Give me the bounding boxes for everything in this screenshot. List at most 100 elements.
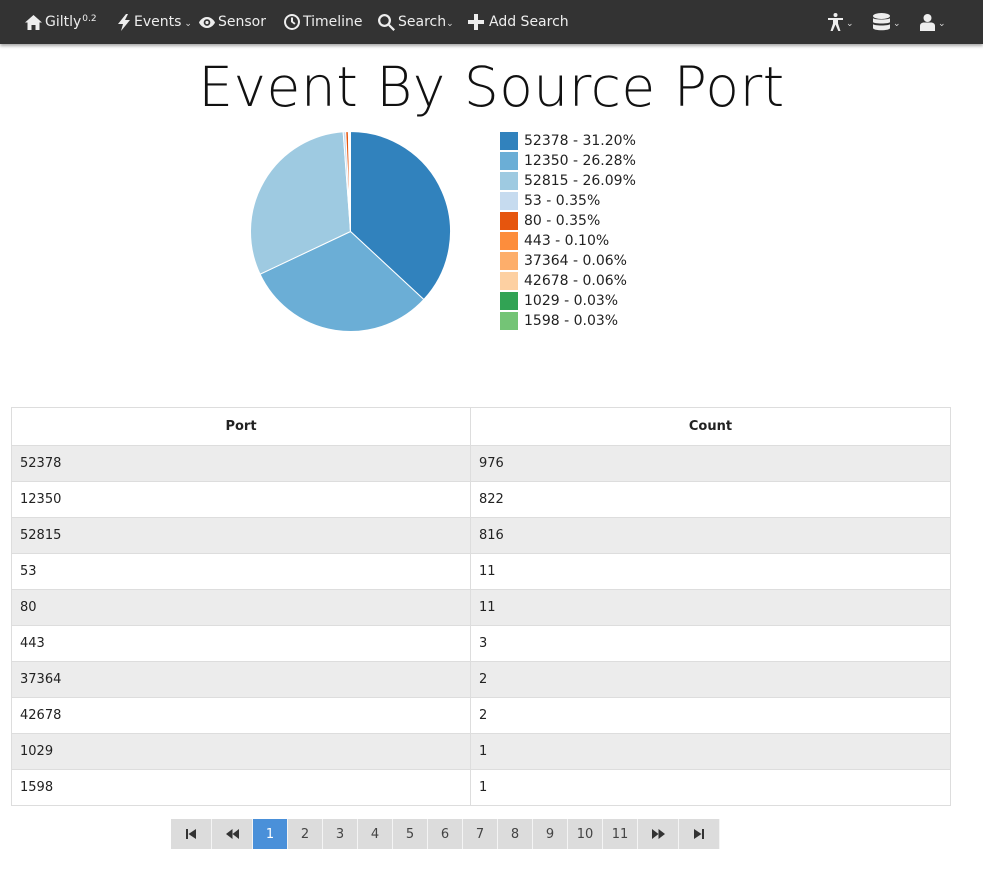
port-cell: 80 — [11, 589, 471, 626]
table-row[interactable]: 443 3 — [11, 625, 951, 662]
legend-item-52815[interactable]: 52815 - 26.09% — [500, 171, 636, 191]
port-cell: 42678 — [11, 697, 471, 734]
count-cell: 2 — [470, 661, 951, 698]
legend-label: 52378 - 31.20% — [524, 133, 636, 149]
legend-item-12350[interactable]: 12350 - 26.28% — [500, 151, 636, 171]
count-cell: 1 — [470, 733, 951, 770]
legend-item-53[interactable]: 53 - 0.35% — [500, 191, 636, 211]
port-cell: 53 — [11, 553, 471, 590]
brand-home-link[interactable]: Giltly 0.2 — [25, 0, 97, 44]
legend-swatch — [500, 252, 518, 270]
legend-label: 443 - 0.10% — [524, 233, 610, 249]
page-button-1[interactable]: 1 — [253, 819, 288, 849]
brand-version: 0.2 — [82, 14, 97, 24]
page-button-11[interactable]: 11 — [603, 819, 638, 849]
page-button-10[interactable]: 10 — [568, 819, 603, 849]
eye-icon — [199, 16, 215, 28]
table-row[interactable]: 52815 816 — [11, 517, 951, 554]
last-page-icon — [694, 829, 704, 839]
sensor-link-label: Sensor — [218, 14, 266, 30]
legend-item-80[interactable]: 80 - 0.35% — [500, 211, 636, 231]
page-button-3[interactable]: 3 — [323, 819, 358, 849]
port-cell: 1029 — [11, 733, 471, 770]
add-search-label: Add Search — [489, 14, 569, 30]
first-page-button[interactable] — [171, 819, 212, 849]
count-cell: 11 — [470, 553, 951, 590]
legend-item-52378[interactable]: 52378 - 31.20% — [500, 131, 636, 151]
accessibility-menu[interactable]: ⌄ — [828, 0, 854, 44]
page-button-7[interactable]: 7 — [463, 819, 498, 849]
legend-item-1598[interactable]: 1598 - 0.03% — [500, 311, 636, 331]
table-row[interactable]: 1598 1 — [11, 769, 951, 806]
legend-item-42678[interactable]: 42678 - 0.06% — [500, 271, 636, 291]
home-icon — [25, 14, 42, 30]
legend-item-37364[interactable]: 37364 - 0.06% — [500, 251, 636, 271]
count-cell: 3 — [470, 625, 951, 662]
legend-swatch — [500, 192, 518, 210]
table-row[interactable]: 37364 2 — [11, 661, 951, 698]
page-button-8[interactable]: 8 — [498, 819, 533, 849]
table-row[interactable]: 80 11 — [11, 589, 951, 626]
database-icon — [873, 13, 890, 31]
count-cell: 976 — [470, 445, 951, 482]
legend-label: 1029 - 0.03% — [524, 293, 619, 309]
first-page-icon — [186, 829, 196, 839]
timeline-link[interactable]: Timeline — [284, 0, 363, 44]
page-button-2[interactable]: 2 — [288, 819, 323, 849]
accessibility-icon — [828, 13, 843, 31]
column-header-port[interactable]: Port — [11, 407, 471, 446]
events-menu-label: Events — [134, 14, 182, 30]
legend-label: 42678 - 0.06% — [524, 273, 627, 289]
legend-label: 12350 - 26.28% — [524, 153, 636, 169]
legend-swatch — [500, 272, 518, 290]
port-count-table: Port Count 52378 976 12350 822 52815 816 53 11 8… — [11, 407, 951, 806]
table-row[interactable]: 52378 976 — [11, 445, 951, 482]
count-cell: 816 — [470, 517, 951, 554]
clock-icon — [284, 14, 300, 30]
bolt-icon — [118, 13, 130, 31]
legend-item-443[interactable]: 443 - 0.10% — [500, 231, 636, 251]
legend-label: 52815 - 26.09% — [524, 173, 636, 189]
table-row[interactable]: 42678 2 — [11, 697, 951, 734]
last-page-button[interactable] — [679, 819, 720, 849]
legend-item-1029[interactable]: 1029 - 0.03% — [500, 291, 636, 311]
legend-swatch — [500, 312, 518, 330]
table-row[interactable]: 1029 1 — [11, 733, 951, 770]
legend-swatch — [500, 232, 518, 250]
search-menu-label: Search — [398, 14, 447, 30]
column-header-count[interactable]: Count — [470, 407, 951, 446]
chevron-down-icon: ⌄ — [938, 19, 946, 29]
add-search-link[interactable]: Add Search — [468, 0, 569, 44]
legend-swatch — [500, 212, 518, 230]
search-menu[interactable]: Search ⌄ — [378, 0, 454, 44]
user-menu[interactable]: ⌄ — [920, 0, 946, 44]
next-page-button[interactable] — [638, 819, 679, 849]
events-menu[interactable]: Events ⌄ — [117, 0, 192, 44]
port-cell: 12350 — [11, 481, 471, 518]
chart-legend: 52378 - 31.20% 12350 - 26.28% 52815 - 26.0… — [500, 131, 636, 331]
page-button-4[interactable]: 4 — [358, 819, 393, 849]
brand-name: Giltly — [45, 14, 82, 30]
page-title: Event By Source Port — [198, 55, 785, 119]
database-menu[interactable]: ⌄ — [873, 0, 901, 44]
port-cell: 37364 — [11, 661, 471, 698]
user-icon — [920, 13, 935, 31]
page-button-9[interactable]: 9 — [533, 819, 568, 849]
legend-label: 1598 - 0.03% — [524, 313, 619, 329]
page-button-6[interactable]: 6 — [428, 819, 463, 849]
page-button-5[interactable]: 5 — [393, 819, 428, 849]
sensor-link[interactable]: Sensor — [199, 0, 266, 44]
table-row[interactable]: 53 11 — [11, 553, 951, 590]
port-cell: 443 — [11, 625, 471, 662]
legend-swatch — [500, 152, 518, 170]
legend-swatch — [500, 292, 518, 310]
fast-forward-icon — [651, 829, 665, 839]
port-cell: 52815 — [11, 517, 471, 554]
plus-icon — [468, 14, 484, 30]
chevron-down-icon: ⌄ — [846, 19, 854, 29]
table-row[interactable]: 12350 822 — [11, 481, 951, 518]
count-cell: 1 — [470, 769, 951, 806]
timeline-link-label: Timeline — [303, 14, 363, 30]
table-header-row: Port Count — [11, 407, 951, 446]
previous-page-button[interactable] — [212, 819, 253, 849]
